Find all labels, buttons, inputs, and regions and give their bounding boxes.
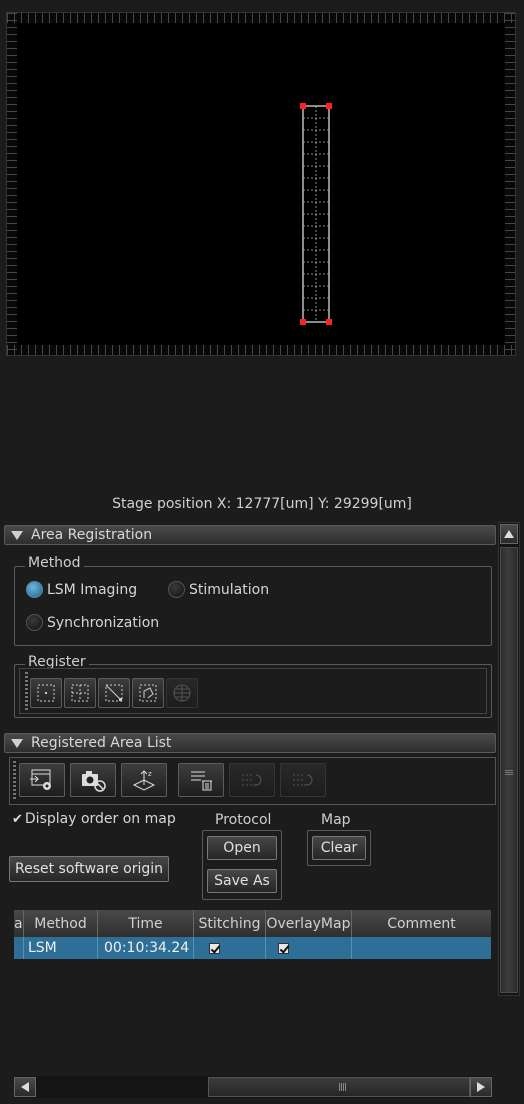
tile-area-icon bbox=[71, 684, 89, 702]
map-ruler-right bbox=[505, 13, 515, 355]
map-clear-button[interactable]: Clear bbox=[312, 836, 366, 860]
delete-list-button[interactable] bbox=[178, 763, 224, 797]
area-registration-title: Area Registration bbox=[31, 527, 153, 543]
tile-area-button[interactable] bbox=[64, 678, 96, 708]
corner-handle-tr[interactable] bbox=[326, 103, 332, 109]
protocol-open-button[interactable]: Open bbox=[207, 836, 277, 860]
row-cell-stitching[interactable] bbox=[194, 937, 266, 959]
table-row[interactable]: LSM 00:10:34.24 bbox=[14, 937, 491, 959]
camera-settings-button[interactable] bbox=[70, 763, 116, 797]
radio-stimulation-label: Stimulation bbox=[189, 581, 270, 598]
list-back-button[interactable] bbox=[280, 763, 326, 797]
column-header-a[interactable]: a bbox=[14, 910, 24, 937]
load-settings-icon bbox=[30, 769, 51, 790]
horizontal-scrollbar[interactable] bbox=[14, 1076, 492, 1098]
load-settings-button[interactable] bbox=[19, 763, 65, 797]
column-header-stitching[interactable]: Stitching bbox=[194, 910, 266, 937]
collapse-triangle-icon bbox=[11, 738, 23, 748]
toolbar-grip[interactable] bbox=[25, 672, 28, 710]
stitching-checkbox[interactable] bbox=[209, 942, 220, 954]
method-title: Method bbox=[25, 555, 84, 571]
row-cell-method: LSM bbox=[24, 937, 98, 959]
method-group bbox=[14, 566, 492, 646]
diagonal-area-button[interactable] bbox=[98, 678, 130, 708]
column-header-time[interactable]: Time bbox=[98, 910, 194, 937]
display-order-checkbox[interactable]: ✔ Display order on map bbox=[12, 811, 176, 827]
corner-handle-bl[interactable] bbox=[300, 319, 306, 325]
arrow-right-icon bbox=[477, 1082, 485, 1092]
list-back-icon bbox=[293, 774, 313, 786]
single-area-button[interactable] bbox=[30, 678, 62, 708]
scroll-up-button[interactable] bbox=[500, 524, 518, 544]
overlaymap-checkbox[interactable] bbox=[278, 942, 289, 954]
column-header-method[interactable]: Method bbox=[24, 910, 98, 937]
table-header: a Method Time Stitching OverlayMap Comme… bbox=[14, 910, 491, 937]
radio-synchronization[interactable]: Synchronization bbox=[26, 614, 159, 631]
toolbar-grip[interactable] bbox=[13, 761, 16, 801]
radio-lsm-imaging[interactable]: LSM Imaging bbox=[26, 581, 137, 598]
single-area-icon bbox=[37, 684, 55, 702]
polygon-area-button[interactable] bbox=[132, 678, 164, 708]
svg-text:z: z bbox=[148, 770, 152, 778]
map-svg bbox=[300, 103, 332, 325]
vertical-scroll-thumb[interactable] bbox=[500, 547, 518, 993]
vertical-scrollbar[interactable] bbox=[498, 522, 520, 996]
map-ruler-left bbox=[7, 13, 17, 355]
multi-area-icon bbox=[173, 684, 191, 702]
horizontal-scroll-thumb[interactable] bbox=[208, 1077, 470, 1097]
arrow-left-icon bbox=[21, 1082, 29, 1092]
z-stack-icon: z bbox=[132, 770, 156, 791]
corner-handle-tl[interactable] bbox=[300, 103, 306, 109]
radio-synchronization-label: Synchronization bbox=[47, 614, 160, 631]
tile-region[interactable] bbox=[302, 105, 330, 323]
map-title: Map bbox=[318, 812, 354, 828]
polygon-area-icon bbox=[139, 684, 157, 702]
area-registration-header[interactable]: Area Registration bbox=[4, 525, 496, 545]
radio-stimulation[interactable]: Stimulation bbox=[168, 581, 269, 598]
list-forward-icon bbox=[242, 774, 262, 786]
stage-position-readout: Stage position X: 12777[um] Y: 29299[um] bbox=[112, 496, 412, 512]
corner-handle-br[interactable] bbox=[326, 319, 332, 325]
radio-selected-icon bbox=[26, 581, 43, 598]
scroll-left-button[interactable] bbox=[14, 1077, 36, 1097]
protocol-title: Protocol bbox=[212, 812, 275, 828]
row-cell-comment[interactable] bbox=[352, 937, 491, 959]
arrow-up-icon bbox=[504, 530, 514, 538]
column-header-comment[interactable]: Comment bbox=[352, 910, 491, 937]
row-cell-time: 00:10:34.24 bbox=[98, 937, 194, 959]
display-order-label: Display order on map bbox=[24, 811, 176, 827]
column-header-overlaymap[interactable]: OverlayMap bbox=[266, 910, 352, 937]
delete-list-icon bbox=[191, 771, 212, 791]
row-cell-index bbox=[14, 937, 24, 959]
stage-map[interactable] bbox=[6, 12, 516, 356]
radio-lsm-label: LSM Imaging bbox=[47, 581, 138, 598]
scroll-right-button[interactable] bbox=[470, 1077, 492, 1097]
checkmark-icon: ✔ bbox=[12, 811, 23, 827]
registered-area-list-header[interactable]: Registered Area List bbox=[4, 733, 496, 753]
registered-area-table[interactable]: a Method Time Stitching OverlayMap Comme… bbox=[14, 910, 491, 959]
diagonal-area-icon bbox=[105, 684, 123, 702]
registered-area-list-title: Registered Area List bbox=[31, 735, 172, 751]
camera-settings-icon bbox=[82, 771, 106, 792]
multi-area-button[interactable] bbox=[166, 678, 198, 708]
z-stack-button[interactable]: z bbox=[121, 763, 167, 797]
protocol-save-as-button[interactable]: Save As bbox=[207, 869, 277, 893]
radio-unselected-icon bbox=[168, 581, 185, 598]
map-ruler-top bbox=[7, 13, 515, 23]
map-canvas[interactable] bbox=[17, 23, 505, 345]
reset-software-origin-button[interactable]: Reset software origin bbox=[9, 856, 169, 882]
map-ruler-bottom bbox=[7, 345, 515, 355]
row-cell-overlaymap[interactable] bbox=[266, 937, 352, 959]
radio-unselected-icon bbox=[26, 614, 43, 631]
list-forward-button[interactable] bbox=[229, 763, 275, 797]
collapse-triangle-icon bbox=[11, 530, 23, 540]
